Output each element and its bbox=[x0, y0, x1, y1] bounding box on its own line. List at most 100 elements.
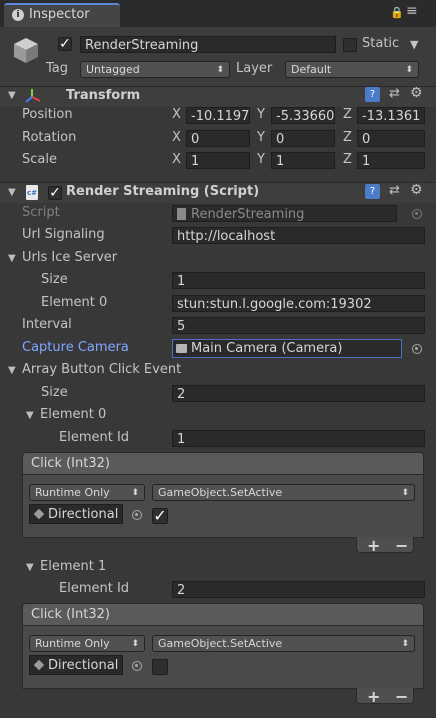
script-label: Script bbox=[22, 205, 60, 220]
position-z-field[interactable]: -13.1361 bbox=[357, 107, 425, 124]
tag-label: Tag bbox=[46, 61, 69, 76]
transform-axes-icon bbox=[24, 88, 42, 104]
tag-value: Untagged bbox=[86, 63, 140, 76]
gear-icon[interactable]: ⚙ bbox=[410, 182, 423, 198]
element1-function-value: GameObject.SetActive bbox=[158, 637, 283, 650]
static-label: Static bbox=[362, 36, 400, 51]
static-checkbox[interactable] bbox=[343, 38, 357, 52]
camera-icon bbox=[176, 344, 187, 353]
tab-inspector[interactable]: i Inspector bbox=[4, 3, 120, 27]
element1-object-field[interactable]: Directional bbox=[29, 655, 123, 675]
rotation-z-label[interactable]: Z bbox=[343, 130, 352, 145]
foldout-arrow-icon[interactable]: ▼ bbox=[26, 410, 34, 421]
gameobject-icon bbox=[33, 508, 45, 520]
url-signaling-field[interactable]: http://localhost bbox=[172, 227, 425, 244]
minus-icon[interactable]: − bbox=[395, 536, 408, 555]
active-checkbox[interactable]: ✓ bbox=[58, 37, 72, 51]
ice-element0-field[interactable]: stun:stun.l.google.com:19302 bbox=[172, 295, 425, 312]
gameobject-name-field[interactable]: RenderStreaming bbox=[80, 36, 336, 53]
plus-icon[interactable]: + bbox=[367, 687, 380, 706]
capture-camera-label: Capture Camera bbox=[22, 340, 129, 355]
capture-camera-value: Main Camera (Camera) bbox=[191, 341, 343, 356]
element1-label[interactable]: Element 1 bbox=[40, 559, 106, 574]
element1-value-checkbox[interactable] bbox=[152, 659, 168, 675]
chevron-down-icon: ⬍ bbox=[405, 65, 413, 75]
chevron-down-icon: ⬍ bbox=[131, 639, 139, 649]
foldout-arrow-icon[interactable]: ▼ bbox=[8, 90, 16, 101]
position-x-field[interactable]: -10.1197 bbox=[186, 107, 250, 124]
layer-dropdown[interactable]: Default ⬍ bbox=[285, 61, 419, 78]
scale-x-field[interactable]: 1 bbox=[186, 152, 250, 169]
element0-id-field[interactable]: 1 bbox=[172, 430, 425, 447]
element1-runtime-value: Runtime Only bbox=[35, 637, 110, 650]
element0-object-value: Directional bbox=[48, 507, 119, 522]
array-size-field[interactable]: 2 bbox=[172, 385, 425, 402]
element1-event-title: Click (Int32) bbox=[31, 607, 110, 622]
chevron-down-icon: ⬍ bbox=[401, 488, 409, 498]
position-z-label[interactable]: Z bbox=[343, 107, 352, 122]
foldout-arrow-icon[interactable]: ▼ bbox=[8, 253, 16, 264]
object-picker-icon[interactable] bbox=[412, 344, 422, 354]
preset-icon[interactable]: ⇄ bbox=[389, 183, 400, 198]
element1-function-dropdown[interactable]: GameObject.SetActive ⬍ bbox=[152, 635, 415, 652]
scale-x-label[interactable]: X bbox=[172, 152, 181, 167]
plus-icon[interactable]: + bbox=[367, 536, 380, 555]
script-enabled-checkbox[interactable]: ✓ bbox=[48, 186, 62, 200]
rotation-y-label[interactable]: Y bbox=[257, 130, 265, 145]
preset-icon[interactable]: ⇄ bbox=[389, 86, 400, 101]
foldout-arrow-icon[interactable]: ▼ bbox=[8, 187, 16, 198]
rotation-y-field[interactable]: 0 bbox=[271, 130, 335, 147]
element1-object-value: Directional bbox=[48, 658, 119, 673]
chevron-down-icon: ⬍ bbox=[131, 488, 139, 498]
ice-size-field[interactable]: 1 bbox=[172, 272, 425, 289]
rotation-z-field[interactable]: 0 bbox=[357, 130, 425, 147]
gameobject-icon bbox=[33, 659, 45, 671]
bottom-border bbox=[0, 710, 436, 718]
position-y-label[interactable]: Y bbox=[257, 107, 265, 122]
position-x-label[interactable]: X bbox=[172, 107, 181, 122]
object-picker-icon[interactable] bbox=[132, 510, 142, 520]
scale-y-field[interactable]: 1 bbox=[271, 152, 335, 169]
array-button-click-event-label[interactable]: Array Button Click Event bbox=[22, 362, 181, 377]
gear-icon[interactable]: ⚙ bbox=[410, 85, 423, 101]
transform-title: Transform bbox=[66, 88, 141, 103]
object-picker-icon[interactable] bbox=[132, 661, 142, 671]
foldout-arrow-icon[interactable]: ▼ bbox=[8, 365, 16, 376]
interval-label: Interval bbox=[22, 317, 72, 332]
static-dropdown-arrow[interactable]: ▼ bbox=[410, 38, 418, 51]
element0-value-checkbox[interactable]: ✓ bbox=[152, 508, 168, 524]
scale-z-field[interactable]: 1 bbox=[357, 152, 425, 169]
lock-icon[interactable]: 🔒 bbox=[390, 6, 404, 19]
object-picker-icon bbox=[412, 209, 422, 219]
element1-id-field[interactable]: 2 bbox=[172, 581, 425, 598]
scale-label: Scale bbox=[22, 152, 57, 167]
position-y-field[interactable]: -5.33660 bbox=[271, 107, 335, 124]
element1-runtime-dropdown[interactable]: Runtime Only ⬍ bbox=[29, 635, 145, 652]
ice-element0-label: Element 0 bbox=[41, 295, 108, 310]
help-icon[interactable]: ? bbox=[365, 184, 380, 199]
minus-icon[interactable]: − bbox=[395, 687, 408, 706]
script-field: RenderStreaming bbox=[172, 205, 397, 222]
element0-event-title: Click (Int32) bbox=[31, 456, 110, 471]
urls-ice-server-label[interactable]: Urls Ice Server bbox=[22, 250, 117, 265]
help-icon[interactable]: ? bbox=[365, 87, 380, 102]
ice-size-label: Size bbox=[41, 272, 68, 287]
element0-add-remove-bar: + − bbox=[356, 536, 414, 555]
element0-runtime-dropdown[interactable]: Runtime Only ⬍ bbox=[29, 484, 145, 501]
tag-dropdown[interactable]: Untagged ⬍ bbox=[80, 61, 230, 78]
element0-label[interactable]: Element 0 bbox=[40, 407, 106, 422]
rotation-x-field[interactable]: 0 bbox=[186, 130, 250, 147]
capture-camera-field[interactable]: Main Camera (Camera) bbox=[172, 339, 402, 358]
script-asset-icon bbox=[177, 208, 186, 220]
rotation-x-label[interactable]: X bbox=[172, 130, 181, 145]
element1-id-label: Element Id bbox=[59, 581, 130, 596]
interval-field[interactable]: 5 bbox=[172, 317, 425, 334]
foldout-arrow-icon[interactable]: ▼ bbox=[26, 562, 34, 573]
scale-y-label[interactable]: Y bbox=[257, 152, 265, 167]
menu-icon[interactable]: ≡ bbox=[406, 3, 418, 19]
element0-object-field[interactable]: Directional bbox=[29, 504, 123, 524]
scale-z-label[interactable]: Z bbox=[343, 152, 352, 167]
element0-function-dropdown[interactable]: GameObject.SetActive ⬍ bbox=[152, 484, 415, 501]
chevron-down-icon: ⬍ bbox=[216, 65, 224, 75]
element1-event-header: Click (Int32) bbox=[22, 603, 424, 626]
